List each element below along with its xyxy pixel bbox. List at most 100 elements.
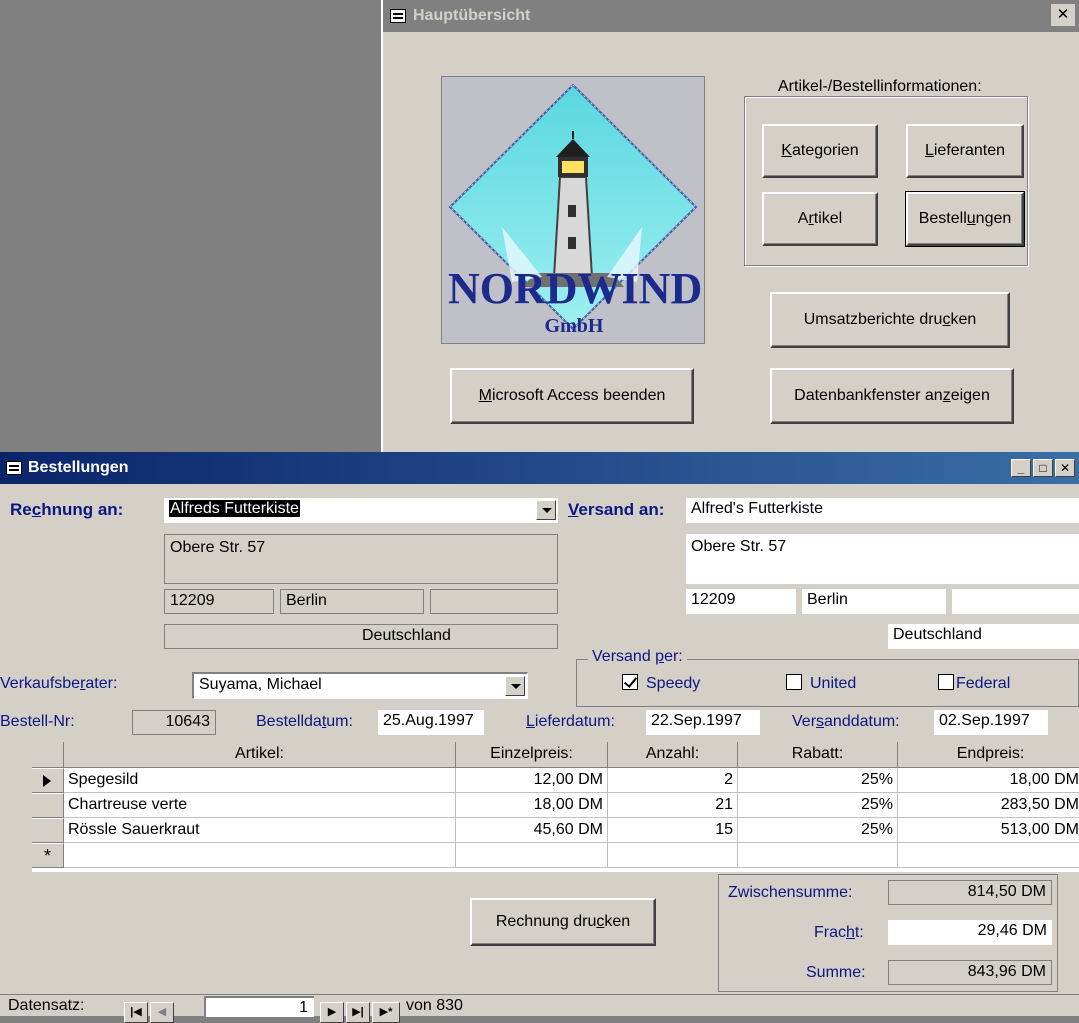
maximize-button[interactable]: □ — [1033, 459, 1053, 477]
next-record-icon[interactable]: ▶ — [320, 1002, 344, 1023]
shipper-united-label: United — [810, 675, 857, 692]
versanddatum-label: Versanddatum: — [792, 713, 900, 730]
main-window-title: Hauptübersicht — [413, 7, 531, 24]
shipper-federal-label: Federal — [956, 675, 1011, 692]
zwischensumme-label: Zwischensumme: — [728, 884, 853, 901]
versand-name-field[interactable]: Alfred's Futterkiste — [686, 498, 1079, 523]
new-record-nav-icon[interactable]: ▶* — [372, 1002, 400, 1023]
versand-country-field[interactable]: Deutschland — [888, 624, 1079, 649]
bestellungen-button[interactable]: Bestell u ngen — [905, 191, 1025, 247]
kategorien-button[interactable]: Kategorien — [762, 124, 878, 178]
versand-zip-field[interactable]: 12209 — [686, 589, 796, 614]
nordwind-logo: NORDWIND GmbH — [441, 76, 705, 344]
orders-window-titlebar[interactable]: Bestellungen _ □ ✕ — [0, 452, 1079, 484]
bestell-nr-field[interactable]: 10643 — [132, 710, 216, 735]
row-selector[interactable] — [32, 818, 64, 843]
cell-rabatt-new[interactable] — [738, 843, 898, 868]
summe-field[interactable]: 843,96 DM — [888, 960, 1052, 985]
logo-wordmark: NORDWIND — [448, 264, 703, 313]
cell-endpreis-new[interactable] — [898, 843, 1079, 868]
rechnung-street-field[interactable]: Obere Str. 57 — [164, 534, 558, 584]
checkbox-empty-icon — [786, 674, 802, 690]
rechnung-city-field[interactable]: Berlin — [280, 589, 424, 614]
bestelldatum-field[interactable]: 25.Aug.1997 — [378, 710, 484, 735]
close-button[interactable]: ✕ — [1051, 4, 1075, 26]
datensatz-label: Datensatz: — [8, 997, 85, 1014]
fracht-field[interactable]: 29,46 DM — [888, 920, 1052, 945]
datenbankfenster-button[interactable]: Datenbankfenster an z eigen — [770, 368, 1014, 424]
first-record-icon[interactable]: |◀ — [124, 1002, 148, 1023]
cell-anzahl[interactable]: 21 — [608, 793, 738, 818]
cell-artikel[interactable]: Spegesild — [64, 768, 456, 793]
dropdown-arrow-icon[interactable] — [505, 676, 525, 696]
col-header-endpreis[interactable]: Endpreis: — [898, 742, 1079, 768]
cell-einzelpreis-new[interactable] — [456, 843, 608, 868]
rechnung-name-combo[interactable]: Alfreds Futterkiste — [164, 498, 558, 523]
artikel-button[interactable]: Ar tikel — [762, 192, 878, 246]
main-window-titlebar[interactable]: Hauptübersicht — [383, 0, 1079, 32]
fracht-label: Fracht: — [814, 924, 864, 941]
col-header-einzelpreis[interactable]: Einzelpreis: — [456, 742, 608, 768]
new-record-icon: * — [43, 846, 51, 866]
versand-label: Versand an: — [568, 500, 665, 519]
col-header-anzahl[interactable]: Anzahl: — [608, 742, 738, 768]
checkbox-empty-icon — [938, 674, 954, 690]
umsatzberichte-button[interactable]: Umsatzberichte dru c ken — [770, 292, 1010, 348]
row-selector[interactable] — [32, 768, 64, 793]
versand-city-field[interactable]: Berlin — [802, 589, 946, 614]
lieferdatum-label: Lieferdatum: — [526, 713, 615, 730]
rechnung-country-value: Deutschland — [362, 627, 451, 644]
logo-subtitle: GmbH — [544, 315, 604, 337]
rechnung-country-field[interactable]: Deutschland — [164, 624, 558, 649]
record-number-input[interactable]: 1 — [204, 996, 314, 1017]
cell-endpreis[interactable]: 283,50 DM — [898, 793, 1079, 818]
minimize-button[interactable]: _ — [1011, 459, 1031, 477]
last-record-icon[interactable]: ▶| — [346, 1002, 370, 1023]
berater-combo[interactable]: Suyama, Michael — [192, 672, 528, 699]
row-selector[interactable] — [32, 793, 64, 818]
checkbox-checked-icon — [622, 674, 638, 690]
rechnung-region-field[interactable] — [430, 589, 558, 614]
zwischensumme-field[interactable]: 814,50 DM — [888, 880, 1052, 905]
cell-endpreis[interactable]: 513,00 DM — [898, 818, 1079, 843]
form-icon — [390, 9, 406, 23]
cell-anzahl[interactable]: 2 — [608, 768, 738, 793]
lieferdatum-field[interactable]: 22.Sep.1997 — [646, 710, 760, 735]
cell-rabatt[interactable]: 25% — [738, 818, 898, 843]
new-record-selector[interactable]: * — [32, 843, 64, 868]
dropdown-arrow-icon[interactable] — [536, 500, 556, 520]
cell-einzelpreis[interactable]: 18,00 DM — [456, 793, 608, 818]
cell-rabatt[interactable]: 25% — [738, 768, 898, 793]
shipper-federal-checkbox[interactable]: Federal — [938, 674, 1010, 693]
previous-record-icon[interactable]: ◀ — [150, 1002, 174, 1023]
cell-artikel[interactable]: Rössle Sauerkraut — [64, 818, 456, 843]
cell-einzelpreis[interactable]: 45,60 DM — [456, 818, 608, 843]
col-header-artikel[interactable]: Artikel: — [64, 742, 456, 768]
cell-rabatt[interactable]: 25% — [738, 793, 898, 818]
col-header-rabatt[interactable]: Rabatt: — [738, 742, 898, 768]
cell-endpreis[interactable]: 18,00 DM — [898, 768, 1079, 793]
cell-einzelpreis[interactable]: 12,00 DM — [456, 768, 608, 793]
order-details-grid[interactable]: Artikel: Einzelpreis: Anzahl: Rabatt: En… — [32, 742, 1079, 872]
cell-anzahl-new[interactable] — [608, 843, 738, 868]
rechnung-drucken-button[interactable]: Rechnung dru c ken — [470, 898, 656, 946]
shipper-speedy-checkbox[interactable]: Speedy — [622, 674, 700, 693]
access-beenden-button[interactable]: Microsoft Access beenden — [450, 368, 694, 424]
record-navigation-bar: Datensatz: |◀ ◀ 1 ▶ ▶| ▶* von 830 — [0, 994, 1079, 1023]
cell-anzahl[interactable]: 15 — [608, 818, 738, 843]
cell-artikel-new[interactable] — [64, 843, 456, 868]
form-icon — [6, 461, 22, 475]
rechnung-zip-field[interactable]: 12209 — [164, 589, 274, 614]
record-count-text: von 830 — [406, 997, 463, 1014]
bestelldatum-label: Bestelldatum: — [256, 713, 353, 730]
close-button[interactable]: ✕ — [1055, 459, 1075, 477]
versand-street-field[interactable]: Obere Str. 57 — [686, 534, 1079, 584]
cell-artikel[interactable]: Chartreuse verte — [64, 793, 456, 818]
rechnung-name-value: Alfreds Futterkiste — [169, 500, 300, 517]
shipper-speedy-label: Speedy — [646, 675, 701, 692]
shipper-united-checkbox[interactable]: United — [786, 674, 856, 693]
main-switchboard-window: Hauptübersicht ✕ NORDWIND GmbH Artikel-/… — [381, 0, 1079, 452]
versanddatum-field[interactable]: 02.Sep.1997 — [934, 710, 1048, 735]
versand-region-field[interactable] — [952, 589, 1079, 614]
lieferanten-button[interactable]: Lieferanten — [906, 124, 1024, 178]
